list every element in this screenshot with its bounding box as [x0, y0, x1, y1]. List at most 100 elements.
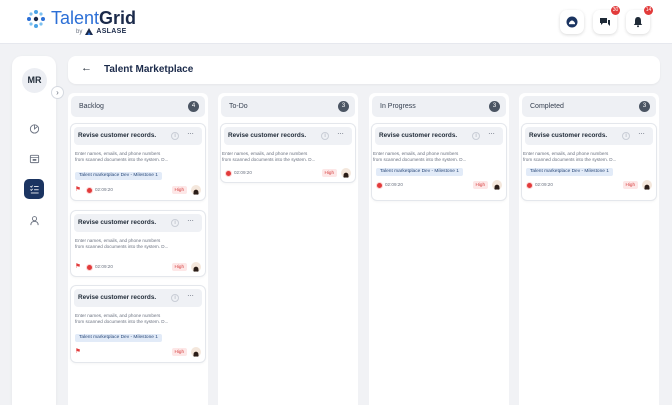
logo-by-label: by — [76, 28, 83, 35]
timer-value: 02:09:20 — [234, 170, 252, 175]
assignee-avatar-image — [193, 351, 199, 357]
profile-icon — [566, 16, 578, 28]
info-icon[interactable]: i — [171, 219, 179, 227]
assignee-avatar[interactable] — [191, 185, 201, 195]
card-description: Enter names, emails, and phone numbers f… — [75, 313, 203, 326]
avatar[interactable]: MR — [22, 68, 47, 93]
more-menu-icon[interactable]: ··· — [638, 129, 645, 138]
priority-badge: High — [622, 181, 638, 189]
card-title: Revise customer records. — [78, 219, 157, 226]
logo-text-talent: Talent — [51, 8, 100, 28]
card-description: Enter names, emails, and phone numbers f… — [75, 151, 203, 164]
card-header: Revise customer records. i ··· — [525, 127, 653, 145]
column-count-badge: 3 — [338, 101, 349, 112]
assignee-avatar-image — [193, 266, 199, 272]
card-description-line: from scanned documents into the system. … — [75, 244, 169, 250]
card-title: Revise customer records. — [228, 132, 307, 139]
milestone-tag: Talent marketplace Dev - Milestone 1 — [376, 168, 463, 176]
kanban-column-completed: Completed 3 Revise customer records. i ·… — [519, 93, 659, 405]
card-description-line: from scanned documents into the system. … — [75, 319, 169, 325]
calendar-icon — [29, 154, 39, 163]
timer-value: 02:09:20 — [385, 182, 403, 187]
kanban-column-backlog: Backlog 4 Revise customer records. i ···… — [68, 93, 208, 405]
arrow-left-icon[interactable]: ← — [81, 62, 92, 74]
assignee-avatar[interactable] — [341, 168, 351, 178]
sidebar-item-profile[interactable] — [24, 210, 44, 230]
assignee-avatar-image — [494, 184, 500, 190]
bell-icon — [633, 17, 643, 28]
timer-record-icon — [87, 265, 92, 270]
assignee-avatar-image — [343, 172, 349, 178]
info-icon[interactable]: i — [171, 294, 179, 302]
dashboard-icon — [29, 123, 39, 134]
priority-badge: High — [171, 263, 187, 271]
info-icon[interactable]: i — [622, 132, 630, 140]
flag-icon: ⚑ — [75, 186, 81, 193]
milestone-tag: Talent marketplace Dev - Milestone 1 — [526, 168, 613, 176]
task-card[interactable]: Revise customer records. i ··· Enter nam… — [70, 285, 206, 363]
task-card[interactable]: Revise customer records. i ··· Enter nam… — [371, 123, 507, 201]
card-description-line: from scanned documents into the system. … — [222, 157, 316, 163]
flag-icon: ⚑ — [75, 263, 81, 270]
sidebar-collapse-button[interactable]: › — [51, 86, 64, 99]
assignee-avatar[interactable] — [191, 347, 201, 357]
card-header: Revise customer records. i ··· — [74, 214, 202, 232]
card-title: Revise customer records. — [379, 132, 458, 139]
column-title: Backlog — [79, 103, 104, 110]
main-content: ← Talent Marketplace Backlog 4 Revise cu… — [68, 56, 660, 405]
assignee-avatar-image — [193, 189, 199, 195]
timer-record-icon — [226, 171, 231, 176]
column-title: In Progress — [380, 103, 416, 110]
chat-icon — [600, 18, 610, 26]
more-menu-icon[interactable]: ··· — [187, 291, 194, 300]
profile-button[interactable] — [560, 10, 584, 34]
timer-value: 02:09:20 — [95, 264, 113, 269]
card-description-line: from scanned documents into the system. … — [523, 157, 617, 163]
assignee-avatar[interactable] — [642, 180, 652, 190]
info-icon[interactable]: i — [472, 132, 480, 140]
notifications-button[interactable]: 14 — [626, 6, 653, 34]
priority-badge: High — [171, 348, 187, 356]
more-menu-icon[interactable]: ··· — [337, 129, 344, 138]
flag-icon: ⚑ — [75, 348, 81, 355]
sidebar-item-calendar[interactable] — [24, 148, 44, 168]
info-icon[interactable]: i — [171, 132, 179, 140]
notifications-badge: 14 — [644, 6, 653, 15]
logo-company: ASLASE — [96, 28, 127, 35]
timer-value: 02:09:20 — [95, 187, 113, 192]
priority-badge: High — [321, 169, 337, 177]
chat-button[interactable]: 30 — [593, 6, 620, 34]
more-menu-icon[interactable]: ··· — [187, 216, 194, 225]
user-icon — [29, 215, 39, 225]
sidebar-item-dashboard[interactable] — [24, 118, 44, 138]
sidebar: MR › — [12, 56, 64, 405]
more-menu-icon[interactable]: ··· — [187, 129, 194, 138]
timer-record-icon — [527, 183, 532, 188]
column-title: Completed — [530, 103, 564, 110]
card-description: Enter names, emails, and phone numbers f… — [523, 151, 651, 164]
logo-subtitle: by ASLASE — [76, 28, 127, 35]
task-card[interactable]: Revise customer records. i ··· Enter nam… — [70, 210, 206, 277]
page-title: Talent Marketplace — [104, 64, 194, 75]
card-footer: ⚑ 02:09:20 High — [75, 262, 203, 272]
assignee-avatar[interactable] — [191, 262, 201, 272]
task-card[interactable]: Revise customer records. i ··· Enter nam… — [521, 123, 657, 201]
column-count-badge: 3 — [639, 101, 650, 112]
milestone-tag: Talent marketplace Dev - Milestone 1 — [75, 334, 162, 342]
sidebar-item-tasks[interactable] — [24, 179, 44, 199]
card-description: Enter names, emails, and phone numbers f… — [373, 151, 501, 164]
card-header: Revise customer records. i ··· — [224, 127, 352, 145]
timer-record-icon — [87, 188, 92, 193]
more-menu-icon[interactable]: ··· — [488, 129, 495, 138]
assignee-avatar[interactable] — [492, 180, 502, 190]
task-card[interactable]: Revise customer records. i ··· Enter nam… — [70, 123, 206, 201]
info-icon[interactable]: i — [321, 132, 329, 140]
card-header: Revise customer records. i ··· — [74, 127, 202, 145]
column-header: In Progress 3 — [372, 96, 506, 117]
card-title: Revise customer records. — [78, 132, 157, 139]
milestone-tag: Talent marketplace Dev - Milestone 1 — [75, 172, 162, 180]
column-title: To-Do — [229, 103, 248, 110]
card-footer: ⚑ High — [75, 347, 203, 357]
task-card[interactable]: Revise customer records. i ··· Enter nam… — [220, 123, 356, 183]
card-description-line: from scanned documents into the system. … — [75, 157, 169, 163]
